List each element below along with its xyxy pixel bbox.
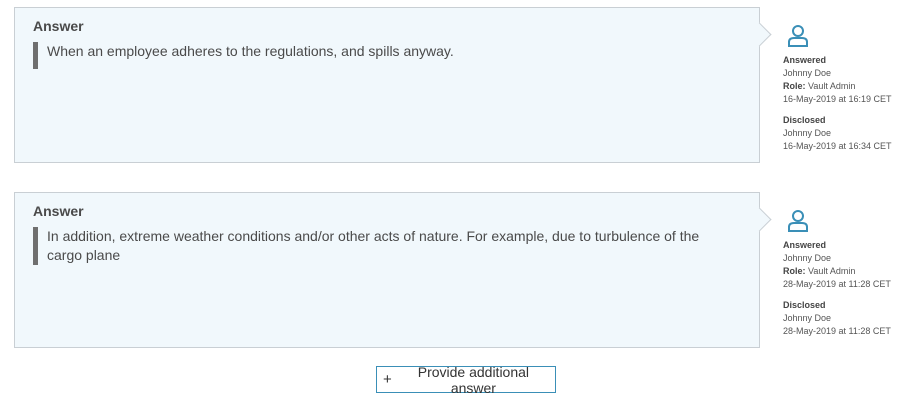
- answer-text: In addition, extreme weather conditions …: [33, 227, 719, 265]
- disclosed-by: Johnny Doe: [783, 128, 832, 138]
- answer-card: Answer When an employee adheres to the r…: [14, 7, 760, 163]
- answer-text: When an employee adheres to the regulati…: [33, 42, 719, 69]
- role-value: Vault Admin: [808, 81, 856, 91]
- add-button-label: Provide additional answer: [417, 363, 530, 396]
- disclosed-at: 16-May-2019 at 16:34 CET: [783, 141, 892, 151]
- answer-heading: Answer: [33, 18, 84, 34]
- plus-icon: +: [383, 371, 392, 388]
- user-icon: [788, 210, 808, 232]
- role-label: Role:: [783, 266, 806, 276]
- answer-meta: Answered Johnny Doe Role: Vault Admin 28…: [783, 209, 891, 338]
- user-icon: [788, 25, 808, 47]
- disclosed-label: Disclosed: [783, 300, 826, 310]
- provide-additional-answer-button[interactable]: + Provide additional answer: [376, 363, 556, 396]
- role-line: Role: Vault Admin: [783, 80, 892, 93]
- answered-at: 16-May-2019 at 16:19 CET: [783, 94, 892, 104]
- answered-label: Answered: [783, 55, 827, 65]
- disclosed-by: Johnny Doe: [783, 313, 832, 323]
- disclosed-label: Disclosed: [783, 115, 826, 125]
- answered-label: Answered: [783, 240, 827, 250]
- answer-card: Answer In addition, extreme weather cond…: [14, 192, 760, 348]
- answered-by: Johnny Doe: [783, 68, 832, 78]
- disclosed-at: 28-May-2019 at 11:28 CET: [783, 326, 891, 336]
- answered-at: 28-May-2019 at 11:28 CET: [783, 279, 891, 289]
- role-line: Role: Vault Admin: [783, 265, 891, 278]
- role-value: Vault Admin: [808, 266, 856, 276]
- answer-meta: Answered Johnny Doe Role: Vault Admin 16…: [783, 24, 892, 153]
- answered-by: Johnny Doe: [783, 253, 832, 263]
- answer-heading: Answer: [33, 203, 84, 219]
- role-label: Role:: [783, 81, 806, 91]
